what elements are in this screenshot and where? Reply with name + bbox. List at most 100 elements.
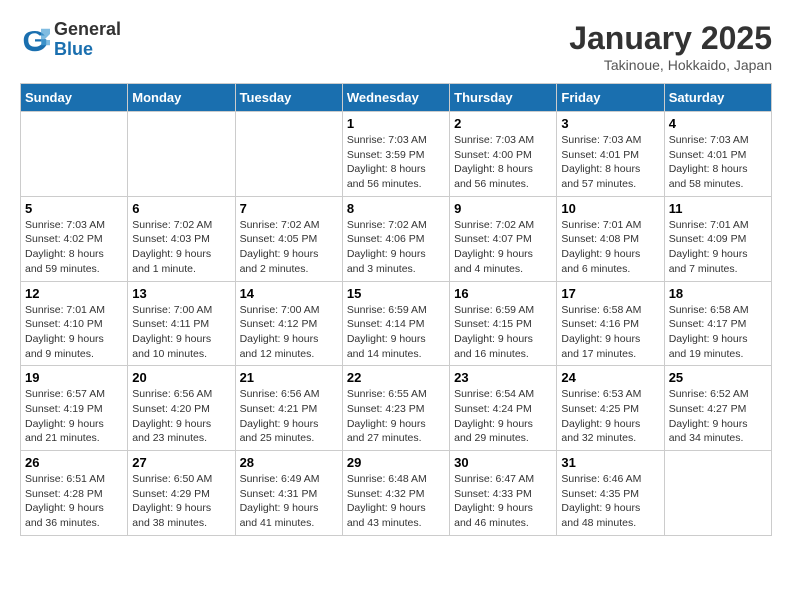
day-info: Sunrise: 6:51 AM Sunset: 4:28 PM Dayligh… (25, 472, 123, 531)
day-info: Sunrise: 7:00 AM Sunset: 4:11 PM Dayligh… (132, 303, 230, 362)
day-info: Sunrise: 6:53 AM Sunset: 4:25 PM Dayligh… (561, 387, 659, 446)
calendar-cell (21, 112, 128, 197)
calendar-title: January 2025 (569, 20, 772, 57)
calendar-cell: 1 Sunrise: 7:03 AM Sunset: 3:59 PM Daylig… (342, 112, 449, 197)
calendar-week-5: 26 Sunrise: 6:51 AM Sunset: 4:28 PM Dayli… (21, 451, 772, 536)
calendar-cell: 19Sunrise: 6:57 AM Sunset: 4:19 PM Dayli… (21, 366, 128, 451)
day-number: 17 (561, 286, 659, 301)
calendar-cell: 22Sunrise: 6:55 AM Sunset: 4:23 PM Dayli… (342, 366, 449, 451)
day-number: 9 (454, 201, 552, 216)
weekday-header-wednesday: Wednesday (342, 84, 449, 112)
day-info: Sunrise: 7:03 AM Sunset: 4:01 PM Dayligh… (561, 133, 659, 192)
day-number: 19 (25, 370, 123, 385)
weekday-header-monday: Monday (128, 84, 235, 112)
day-info: Sunrise: 6:50 AM Sunset: 4:29 PM Dayligh… (132, 472, 230, 531)
day-number: 23 (454, 370, 552, 385)
day-number: 24 (561, 370, 659, 385)
day-number: 12 (25, 286, 123, 301)
day-number: 26 (25, 455, 123, 470)
day-info: Sunrise: 7:02 AM Sunset: 4:06 PM Dayligh… (347, 218, 445, 277)
day-info: Sunrise: 6:59 AM Sunset: 4:14 PM Dayligh… (347, 303, 445, 362)
day-info: Sunrise: 7:01 AM Sunset: 4:10 PM Dayligh… (25, 303, 123, 362)
calendar-cell: 27 Sunrise: 6:50 AM Sunset: 4:29 PM Dayli… (128, 451, 235, 536)
day-number: 1 (347, 116, 445, 131)
calendar-cell: 17 Sunrise: 6:58 AM Sunset: 4:16 PM Dayli… (557, 281, 664, 366)
day-info: Sunrise: 6:52 AM Sunset: 4:27 PM Dayligh… (669, 387, 767, 446)
day-number: 15 (347, 286, 445, 301)
calendar-cell: 3Sunrise: 7:03 AM Sunset: 4:01 PM Daylig… (557, 112, 664, 197)
day-number: 16 (454, 286, 552, 301)
day-info: Sunrise: 6:46 AM Sunset: 4:35 PM Dayligh… (561, 472, 659, 531)
calendar-week-2: 5Sunrise: 7:03 AM Sunset: 4:02 PM Daylig… (21, 196, 772, 281)
day-number: 8 (347, 201, 445, 216)
calendar-cell (664, 451, 771, 536)
weekday-header-sunday: Sunday (21, 84, 128, 112)
calendar-cell: 12 Sunrise: 7:01 AM Sunset: 4:10 PM Dayli… (21, 281, 128, 366)
calendar-subtitle: Takinoue, Hokkaido, Japan (569, 57, 772, 73)
day-info: Sunrise: 6:47 AM Sunset: 4:33 PM Dayligh… (454, 472, 552, 531)
calendar-cell: 15 Sunrise: 6:59 AM Sunset: 4:14 PM Dayli… (342, 281, 449, 366)
day-info: Sunrise: 6:58 AM Sunset: 4:16 PM Dayligh… (561, 303, 659, 362)
weekday-header-tuesday: Tuesday (235, 84, 342, 112)
calendar-cell: 10 Sunrise: 7:01 AM Sunset: 4:08 PM Dayli… (557, 196, 664, 281)
day-info: Sunrise: 7:02 AM Sunset: 4:07 PM Dayligh… (454, 218, 552, 277)
day-number: 13 (132, 286, 230, 301)
weekday-header-friday: Friday (557, 84, 664, 112)
day-info: Sunrise: 7:03 AM Sunset: 4:00 PM Dayligh… (454, 133, 552, 192)
calendar-cell: 8 Sunrise: 7:02 AM Sunset: 4:06 PM Daylig… (342, 196, 449, 281)
logo-icon (20, 25, 50, 55)
calendar-cell: 5Sunrise: 7:03 AM Sunset: 4:02 PM Daylig… (21, 196, 128, 281)
calendar-cell: 6Sunrise: 7:02 AM Sunset: 4:03 PM Daylig… (128, 196, 235, 281)
logo-text: General Blue (54, 20, 121, 60)
day-info: Sunrise: 6:48 AM Sunset: 4:32 PM Dayligh… (347, 472, 445, 531)
day-number: 25 (669, 370, 767, 385)
day-number: 4 (669, 116, 767, 131)
day-number: 10 (561, 201, 659, 216)
day-info: Sunrise: 6:58 AM Sunset: 4:17 PM Dayligh… (669, 303, 767, 362)
day-number: 30 (454, 455, 552, 470)
calendar-cell: 4 Sunrise: 7:03 AM Sunset: 4:01 PM Daylig… (664, 112, 771, 197)
logo-general-text: General (54, 20, 121, 40)
calendar-header: SundayMondayTuesdayWednesdayThursdayFrid… (21, 84, 772, 112)
calendar-cell (235, 112, 342, 197)
calendar-cell: 2Sunrise: 7:03 AM Sunset: 4:00 PM Daylig… (450, 112, 557, 197)
day-info: Sunrise: 6:59 AM Sunset: 4:15 PM Dayligh… (454, 303, 552, 362)
calendar-cell: 23Sunrise: 6:54 AM Sunset: 4:24 PM Dayli… (450, 366, 557, 451)
calendar-table: SundayMondayTuesdayWednesdayThursdayFrid… (20, 83, 772, 536)
calendar-cell: 21 Sunrise: 6:56 AM Sunset: 4:21 PM Dayli… (235, 366, 342, 451)
day-info: Sunrise: 7:01 AM Sunset: 4:08 PM Dayligh… (561, 218, 659, 277)
calendar-week-4: 19Sunrise: 6:57 AM Sunset: 4:19 PM Dayli… (21, 366, 772, 451)
day-number: 11 (669, 201, 767, 216)
calendar-cell: 24 Sunrise: 6:53 AM Sunset: 4:25 PM Dayli… (557, 366, 664, 451)
calendar-cell: 18 Sunrise: 6:58 AM Sunset: 4:17 PM Dayli… (664, 281, 771, 366)
day-info: Sunrise: 7:03 AM Sunset: 4:02 PM Dayligh… (25, 218, 123, 277)
calendar-cell: 20Sunrise: 6:56 AM Sunset: 4:20 PM Dayli… (128, 366, 235, 451)
day-number: 6 (132, 201, 230, 216)
calendar-week-1: 1 Sunrise: 7:03 AM Sunset: 3:59 PM Daylig… (21, 112, 772, 197)
day-info: Sunrise: 7:00 AM Sunset: 4:12 PM Dayligh… (240, 303, 338, 362)
calendar-cell: 26 Sunrise: 6:51 AM Sunset: 4:28 PM Dayli… (21, 451, 128, 536)
calendar-cell: 31 Sunrise: 6:46 AM Sunset: 4:35 PM Dayli… (557, 451, 664, 536)
weekday-header-saturday: Saturday (664, 84, 771, 112)
day-number: 21 (240, 370, 338, 385)
logo-blue-text: Blue (54, 40, 121, 60)
day-number: 31 (561, 455, 659, 470)
day-info: Sunrise: 6:49 AM Sunset: 4:31 PM Dayligh… (240, 472, 338, 531)
day-number: 14 (240, 286, 338, 301)
day-info: Sunrise: 7:01 AM Sunset: 4:09 PM Dayligh… (669, 218, 767, 277)
calendar-cell: 11 Sunrise: 7:01 AM Sunset: 4:09 PM Dayli… (664, 196, 771, 281)
day-number: 29 (347, 455, 445, 470)
day-info: Sunrise: 7:03 AM Sunset: 4:01 PM Dayligh… (669, 133, 767, 192)
day-number: 28 (240, 455, 338, 470)
day-info: Sunrise: 6:56 AM Sunset: 4:21 PM Dayligh… (240, 387, 338, 446)
weekday-header-thursday: Thursday (450, 84, 557, 112)
day-number: 18 (669, 286, 767, 301)
calendar-cell: 28 Sunrise: 6:49 AM Sunset: 4:31 PM Dayli… (235, 451, 342, 536)
weekday-header-row: SundayMondayTuesdayWednesdayThursdayFrid… (21, 84, 772, 112)
title-section: January 2025 Takinoue, Hokkaido, Japan (569, 20, 772, 73)
calendar-cell: 7Sunrise: 7:02 AM Sunset: 4:05 PM Daylig… (235, 196, 342, 281)
day-info: Sunrise: 6:55 AM Sunset: 4:23 PM Dayligh… (347, 387, 445, 446)
calendar-cell: 16 Sunrise: 6:59 AM Sunset: 4:15 PM Dayli… (450, 281, 557, 366)
day-info: Sunrise: 7:03 AM Sunset: 3:59 PM Dayligh… (347, 133, 445, 192)
day-number: 27 (132, 455, 230, 470)
